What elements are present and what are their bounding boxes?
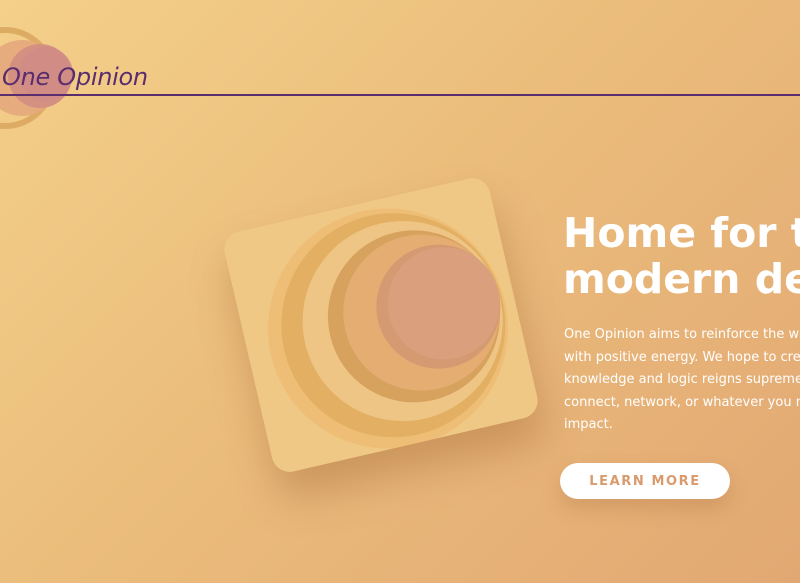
hero-description: One Opinion aims to reinforce the web wi… [564, 324, 800, 437]
brand-logo-text[interactable]: One Opinion [2, 63, 148, 91]
hero-description-line: impact. [564, 417, 613, 432]
hero-title-line-1: Home for th [563, 209, 800, 257]
hero-tile [220, 174, 542, 476]
hero-description-line: connect, network, or whatever you migh [564, 394, 800, 410]
hero-title: Home for th modern dev [563, 210, 800, 302]
hero-description-line: with positive energy. We hope to create [564, 349, 800, 365]
header-divider [0, 94, 800, 96]
hero-description-line: knowledge and logic reigns supreme. Jo [564, 372, 800, 387]
hero-description-line: One Opinion aims to reinforce the web [564, 327, 800, 342]
learn-more-button[interactable]: LEARN MORE [560, 463, 730, 499]
hero-title-line-2: modern dev [563, 255, 800, 303]
concentric-circles-tile-icon [267, 208, 508, 449]
hero-illustration [215, 170, 555, 500]
